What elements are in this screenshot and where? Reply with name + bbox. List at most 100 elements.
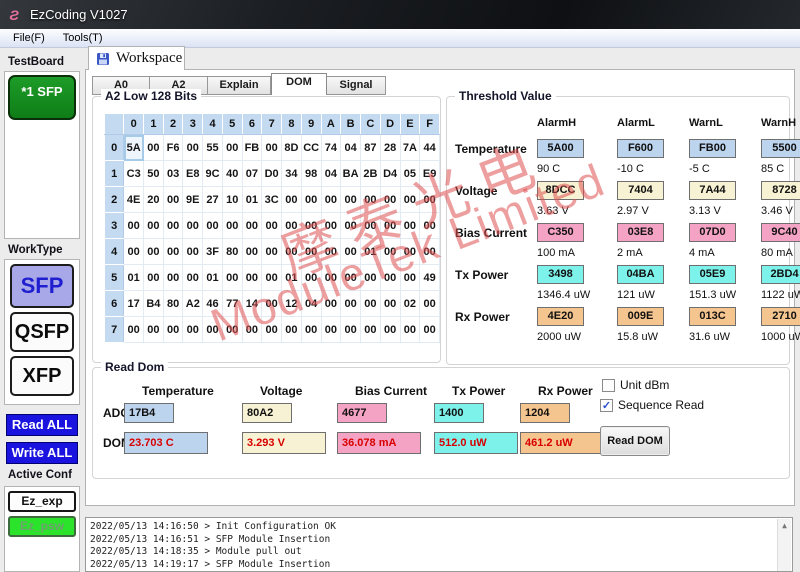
hex-cell[interactable]: 00 <box>300 264 322 291</box>
dom-value-field[interactable]: 36.078 mA <box>337 432 421 454</box>
hex-cell[interactable]: 3F <box>202 238 223 265</box>
threshold-hex-field[interactable]: 03E8 <box>617 223 664 242</box>
threshold-hex-field[interactable]: C350 <box>537 223 584 242</box>
hex-cell[interactable]: 00 <box>340 316 362 343</box>
sequence-read-checkrow[interactable]: ✓ Sequence Read <box>600 398 704 412</box>
hex-cell[interactable]: 00 <box>123 316 145 343</box>
hex-cell[interactable]: 07 <box>241 160 263 187</box>
hex-cell[interactable]: 00 <box>379 186 401 213</box>
hex-cell[interactable]: 00 <box>162 238 184 265</box>
log-scrollbar[interactable]: ▲ <box>777 519 791 571</box>
hex-cell[interactable]: 00 <box>379 290 401 317</box>
hex-cell[interactable]: 8D <box>281 134 302 161</box>
hex-cell[interactable]: D4 <box>379 160 401 187</box>
hex-cell[interactable]: 4E <box>123 186 145 213</box>
hex-cell[interactable]: 00 <box>320 212 342 239</box>
hex-cell[interactable]: 00 <box>143 212 164 239</box>
threshold-hex-field[interactable]: 8728 <box>761 181 800 200</box>
threshold-hex-field[interactable]: 7404 <box>617 181 664 200</box>
hex-cell[interactable]: E8 <box>182 160 204 187</box>
hex-cell[interactable]: 20 <box>143 186 164 213</box>
dom-value-field[interactable]: 23.703 C <box>124 432 208 454</box>
hex-cell[interactable]: 00 <box>360 316 381 343</box>
adc-value-field[interactable]: 1204 <box>520 403 570 423</box>
hex-cell[interactable]: 55 <box>202 134 223 161</box>
hex-cell[interactable]: 00 <box>419 186 440 213</box>
hex-cell[interactable]: 00 <box>182 134 204 161</box>
hex-cell[interactable]: 87 <box>360 134 381 161</box>
hex-cell[interactable]: 00 <box>379 212 401 239</box>
tab-dom[interactable]: DOM <box>271 73 327 95</box>
threshold-hex-field[interactable]: FB00 <box>689 139 736 158</box>
hex-cell[interactable]: 34 <box>281 160 302 187</box>
hex-cell[interactable]: 00 <box>162 264 184 291</box>
threshold-hex-field[interactable]: 5A00 <box>537 139 584 158</box>
hex-cell[interactable]: 00 <box>162 316 184 343</box>
hex-cell[interactable]: 00 <box>300 238 322 265</box>
threshold-hex-field[interactable]: 2BD4 <box>761 265 800 284</box>
threshold-hex-field[interactable]: 013C <box>689 307 736 326</box>
testboard-item-sfp[interactable]: *1 SFP <box>8 75 76 120</box>
hex-cell[interactable]: 01 <box>241 186 263 213</box>
hex-cell[interactable]: 00 <box>281 316 302 343</box>
hex-cell[interactable]: 74 <box>320 134 342 161</box>
hex-cell[interactable]: 00 <box>261 134 283 161</box>
hex-cell[interactable]: 9E <box>182 186 204 213</box>
threshold-hex-field[interactable]: 07D0 <box>689 223 736 242</box>
hex-cell[interactable]: 00 <box>221 316 243 343</box>
hex-cell[interactable]: 00 <box>123 212 145 239</box>
hex-cell[interactable]: 00 <box>379 238 401 265</box>
write-all-button[interactable]: Write ALL <box>6 442 78 464</box>
hex-cell[interactable]: 00 <box>221 134 243 161</box>
hex-cell[interactable]: 00 <box>320 186 342 213</box>
hex-cell[interactable]: 00 <box>143 134 164 161</box>
hex-cell[interactable]: 44 <box>419 134 440 161</box>
threshold-hex-field[interactable]: 009E <box>617 307 664 326</box>
hex-cell[interactable]: CC <box>300 134 322 161</box>
threshold-hex-field[interactable]: 05E9 <box>689 265 736 284</box>
hex-cell[interactable]: 00 <box>379 316 401 343</box>
hex-cell[interactable]: 00 <box>281 212 302 239</box>
hex-cell[interactable]: 00 <box>261 316 283 343</box>
hex-cell[interactable]: 00 <box>340 264 362 291</box>
hex-cell[interactable]: 02 <box>399 290 421 317</box>
hex-cell[interactable]: 00 <box>360 290 381 317</box>
hex-cell[interactable]: 2B <box>360 160 381 187</box>
hex-cell[interactable]: 17 <box>123 290 145 317</box>
hex-cell[interactable]: 00 <box>360 212 381 239</box>
dom-value-field[interactable]: 512.0 uW <box>434 432 518 454</box>
read-dom-button[interactable]: Read DOM <box>600 426 670 456</box>
hex-cell[interactable]: 00 <box>360 186 381 213</box>
hex-cell[interactable]: 00 <box>123 238 145 265</box>
hex-cell[interactable]: 00 <box>399 238 421 265</box>
threshold-hex-field[interactable]: 7A44 <box>689 181 736 200</box>
hex-cell[interactable]: 04 <box>320 160 342 187</box>
hex-cell[interactable]: 00 <box>261 238 283 265</box>
hex-cell[interactable]: 00 <box>320 290 342 317</box>
testboard-listbox[interactable]: *1 SFP <box>4 71 80 239</box>
hex-cell[interactable]: 7A <box>399 134 421 161</box>
hex-cell[interactable]: 00 <box>340 238 362 265</box>
threshold-hex-field[interactable]: 2710 <box>761 307 800 326</box>
scroll-up-icon[interactable]: ▲ <box>778 519 791 533</box>
hex-cell[interactable]: 3C <box>261 186 283 213</box>
hex-cell[interactable]: 40 <box>221 160 243 187</box>
dom-value-field[interactable]: 461.2 uW <box>520 432 604 454</box>
hex-cell[interactable]: 00 <box>399 264 421 291</box>
hex-cell[interactable]: D0 <box>261 160 283 187</box>
hex-cell[interactable]: 00 <box>320 316 342 343</box>
hex-cell[interactable]: 00 <box>261 290 283 317</box>
menu-tools[interactable]: Tools(T) <box>54 30 112 46</box>
hex-cell[interactable]: 00 <box>241 316 263 343</box>
hex-cell[interactable]: 01 <box>123 264 145 291</box>
hex-cell[interactable]: 28 <box>379 134 401 161</box>
hex-cell[interactable]: 27 <box>202 186 223 213</box>
adc-value-field[interactable]: 17B4 <box>124 403 174 423</box>
hex-cell[interactable]: 01 <box>281 264 302 291</box>
hex-cell[interactable]: B4 <box>143 290 164 317</box>
hex-cell[interactable]: 00 <box>419 290 440 317</box>
hex-cell[interactable]: 00 <box>143 238 164 265</box>
hex-cell[interactable]: 00 <box>241 238 263 265</box>
hex-cell[interactable]: 9C <box>202 160 223 187</box>
conf-button-ez-exp[interactable]: Ez_exp <box>8 491 76 512</box>
